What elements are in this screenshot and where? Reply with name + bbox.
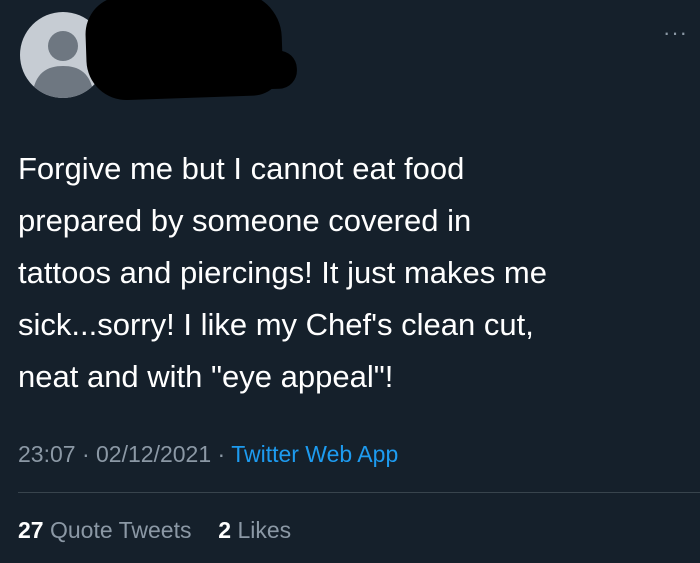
likes-count: 2 — [218, 517, 232, 543]
redacted-username — [84, 0, 284, 102]
meta-separator: · — [81, 441, 90, 467]
more-options-icon[interactable]: ··· — [663, 22, 688, 44]
tweet-text: Forgive me but I cannot eat food prepare… — [18, 151, 547, 394]
tweet-metadata: 23:07 · 02/12/2021 · Twitter Web App — [18, 438, 398, 470]
tweet-stats: 27 Quote Tweets 2 Likes — [18, 514, 291, 546]
likes-label: Likes — [237, 517, 292, 543]
quote-tweets-label: Quote Tweets — [49, 517, 192, 543]
tweet-source-link[interactable]: Twitter Web App — [231, 441, 398, 467]
divider — [18, 492, 700, 493]
tweet-time[interactable]: 23:07 — [18, 441, 76, 467]
quote-tweets-count: 27 — [18, 517, 44, 543]
meta-separator: · — [217, 441, 226, 467]
likes-link[interactable]: 2 Likes — [218, 517, 291, 543]
quote-tweets-link[interactable]: 27 Quote Tweets — [18, 517, 198, 543]
tweet-card: ··· Forgive me but I cannot eat food pre… — [0, 0, 700, 563]
tweet-date[interactable]: 02/12/2021 — [96, 441, 211, 467]
